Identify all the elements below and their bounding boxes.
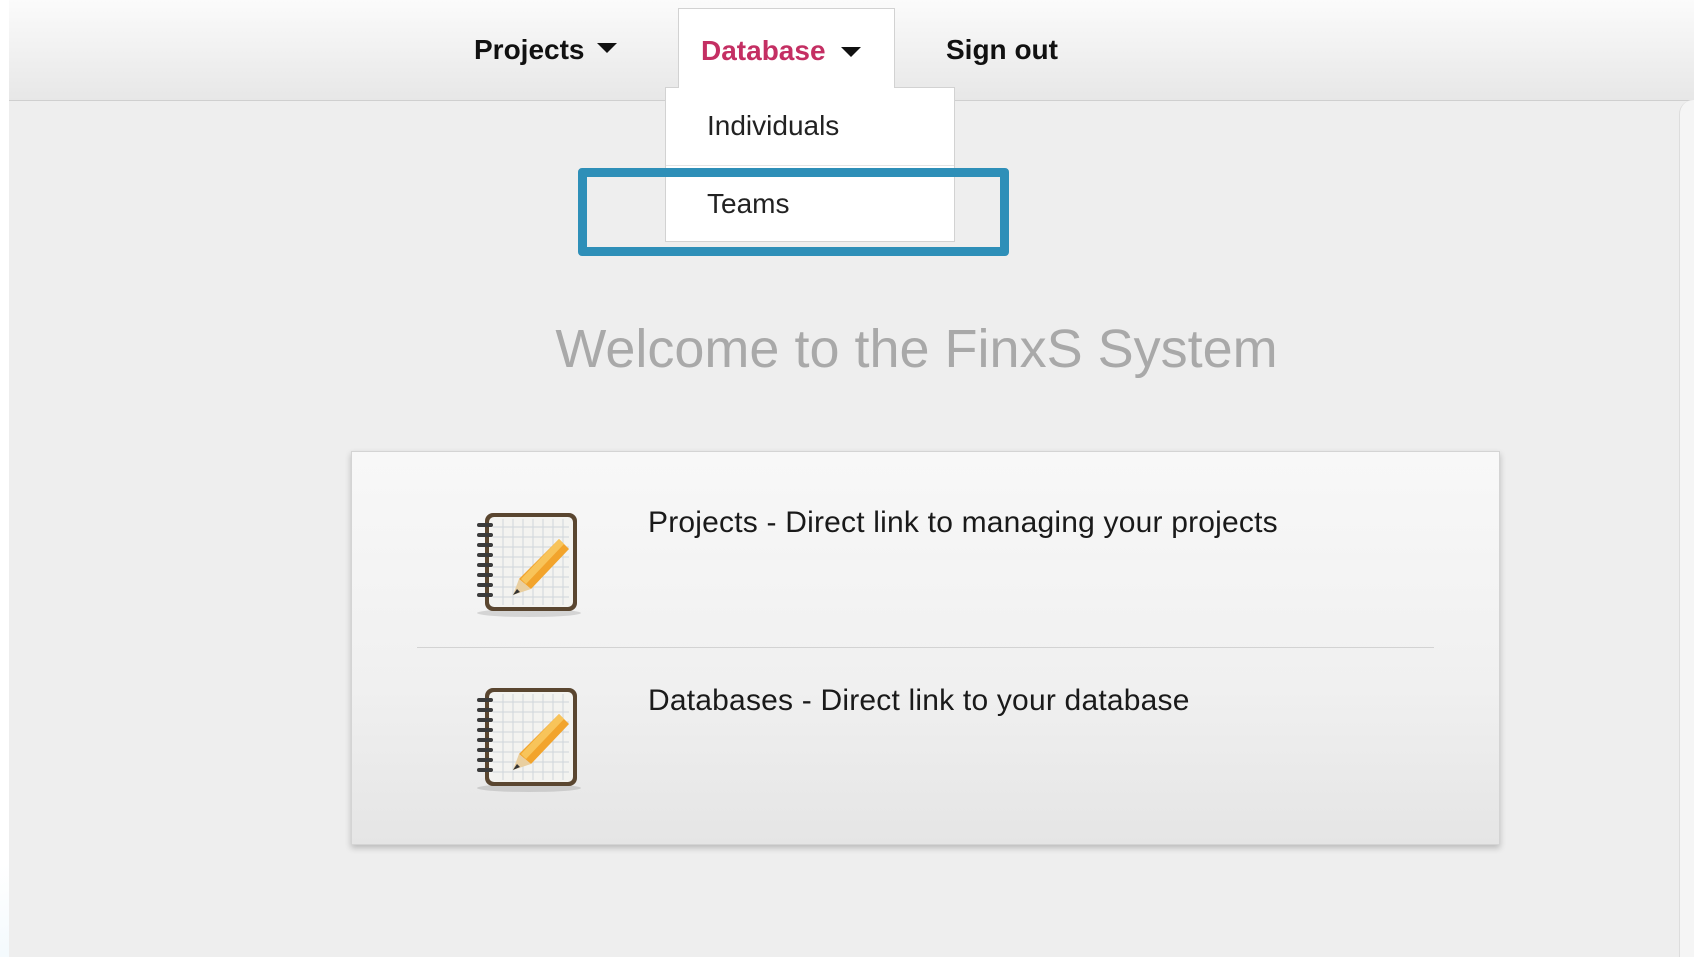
notebook-pencil-icon [477, 513, 581, 617]
nav-projects-label: Projects [474, 34, 585, 65]
projects-link-row[interactable]: Projects - Direct link to managing your … [352, 452, 1499, 630]
projects-link-text: Projects - Direct link to managing your … [648, 506, 1278, 539]
quick-links-panel: Projects - Direct link to managing your … [351, 451, 1500, 845]
databases-link-row[interactable]: Databases - Direct link to your database [352, 648, 1499, 826]
page-title: Welcome to the FinxS System [555, 319, 1278, 379]
app-window: Projects Sign out Database Individuals T… [9, 0, 1694, 957]
dropdown-item-teams[interactable]: Teams [666, 166, 954, 242]
chevron-down-icon [841, 47, 861, 57]
chevron-down-icon [596, 42, 617, 53]
dropdown-item-individuals[interactable]: Individuals [666, 88, 954, 164]
window-right-edge [1679, 100, 1694, 957]
notebook-pencil-icon [477, 688, 581, 792]
nav-projects-menu[interactable]: Projects [474, 0, 617, 100]
database-dropdown: Individuals Teams [665, 87, 955, 242]
nav-database-menu[interactable]: Database [678, 8, 895, 88]
nav-database-label: Database [701, 35, 826, 66]
databases-link-text: Databases - Direct link to your database [648, 684, 1190, 717]
sign-out-link[interactable]: Sign out [946, 0, 1058, 100]
